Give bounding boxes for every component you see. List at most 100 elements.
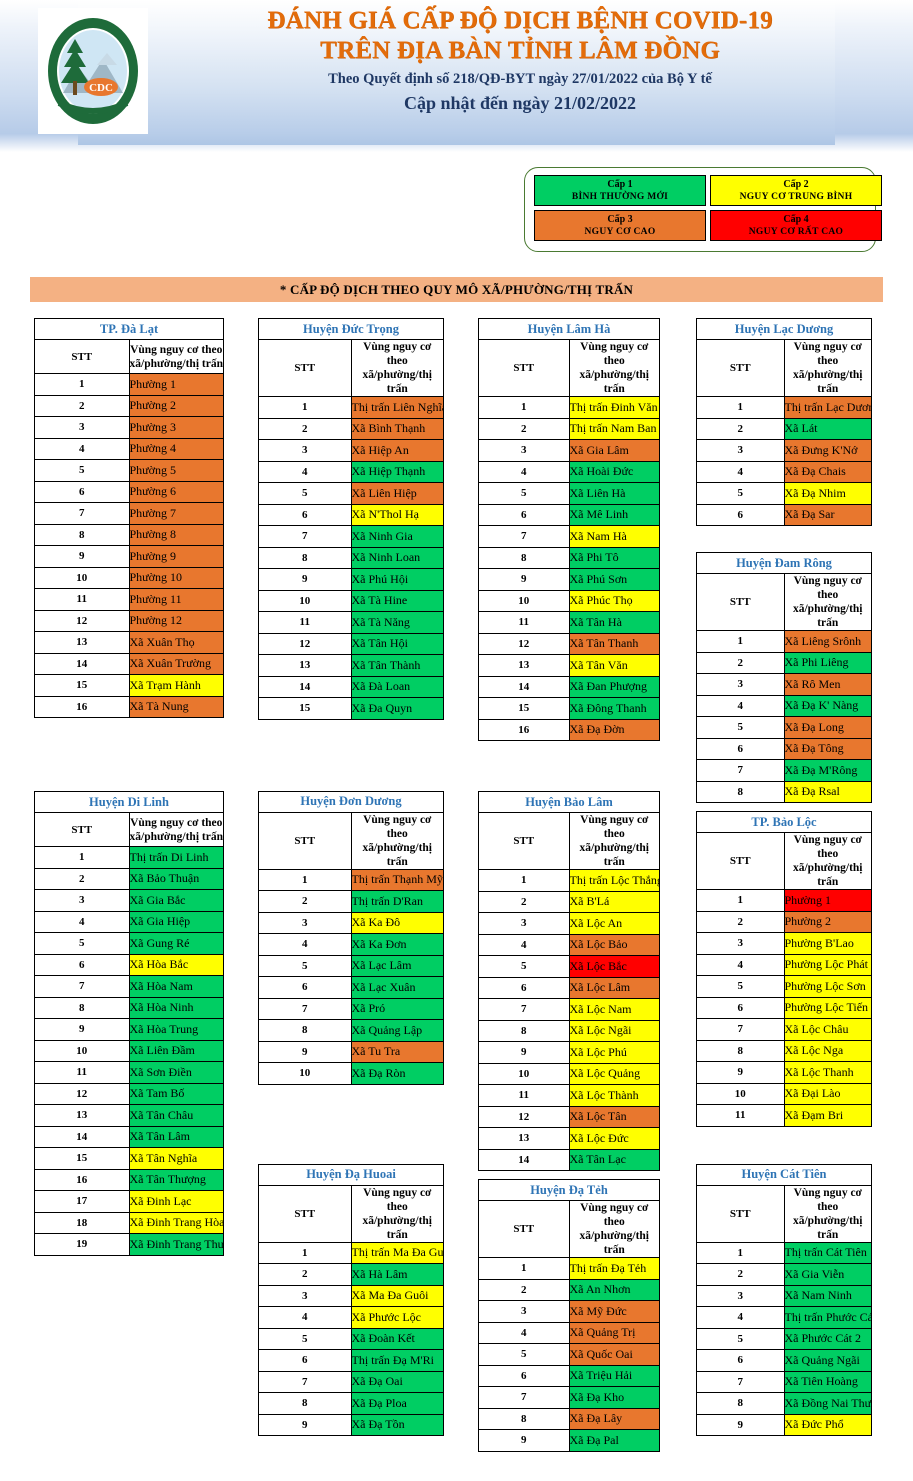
row-index: 2 bbox=[696, 910, 785, 933]
row-index: 3 bbox=[478, 439, 570, 462]
column-header-zone-line2: xã/phường/thị trấn bbox=[792, 862, 863, 888]
table-row: 15 Xã Đông Thanh bbox=[478, 697, 660, 720]
table-row: 5 Xã Gung Ré bbox=[34, 932, 224, 955]
ward-name-cell: Phường 6 bbox=[128, 480, 224, 503]
ward-name-cell: Xã Đạ Oai bbox=[350, 1370, 444, 1393]
row-index: 8 bbox=[478, 1019, 570, 1042]
row-index: 3 bbox=[478, 1300, 570, 1323]
table-row: 3 Xã Gia Lâm bbox=[478, 439, 660, 462]
table-spacer bbox=[258, 720, 444, 791]
ward-name-cell: Xã Tân Hội bbox=[350, 632, 444, 655]
row-index: 11 bbox=[478, 611, 570, 634]
row-index: 16 bbox=[34, 1168, 130, 1191]
ward-name-cell: Phường 7 bbox=[128, 502, 224, 525]
row-index: 14 bbox=[34, 652, 130, 675]
column-header-zone: Vùng nguy cơ theo xã/phường/thị trấn bbox=[128, 339, 224, 374]
row-index: 4 bbox=[696, 694, 785, 717]
table-row: 7 Xã Ninh Gia bbox=[258, 525, 444, 548]
row-index: 4 bbox=[34, 910, 130, 933]
table-row: 2 Phường 2 bbox=[34, 394, 224, 417]
row-index: 3 bbox=[696, 673, 785, 696]
table-row: 3 Xã Ka Đô bbox=[258, 911, 444, 934]
district-table-huyen-duc-trong: Huyện Đức Trọng STT Vùng nguy cơ theo xã/ph… bbox=[258, 318, 444, 720]
row-index: 1 bbox=[696, 396, 785, 419]
table-row: 3 Phường 3 bbox=[34, 416, 224, 439]
row-index: 5 bbox=[478, 482, 570, 505]
row-index: 1 bbox=[478, 396, 570, 419]
table-row: 6 Xã Đạ Tông bbox=[696, 737, 872, 760]
column-header-zone: Vùng nguy cơ theo xã/phường/thị trấn bbox=[350, 339, 444, 397]
ward-name-cell: Xã Gia Bắc bbox=[128, 889, 224, 912]
table-row: 9 Xã Tu Tra bbox=[258, 1040, 444, 1063]
row-index: 2 bbox=[478, 1278, 570, 1301]
ward-name-cell: Xã Tân Thanh bbox=[568, 632, 660, 655]
ward-name-cell: Xã Đạ Chais bbox=[783, 460, 872, 483]
row-index: 17 bbox=[34, 1190, 130, 1213]
row-index: 7 bbox=[34, 975, 130, 998]
ward-name-cell: Xã Đạ Kho bbox=[568, 1386, 660, 1409]
ward-name-cell: Xã Gung Ré bbox=[128, 932, 224, 955]
row-index: 12 bbox=[478, 632, 570, 655]
table-row: 3 Xã Ma Đa Guôi bbox=[258, 1284, 444, 1307]
ward-name-cell: Phường 11 bbox=[128, 588, 224, 611]
ward-name-cell: Phường Lộc Phát bbox=[783, 953, 872, 976]
row-index: 6 bbox=[258, 503, 352, 526]
row-index: 1 bbox=[478, 869, 570, 892]
column-header-zone-line2: xã/phường/thị trấn bbox=[129, 830, 223, 843]
ward-name-cell: Xã Tân Thượng bbox=[128, 1168, 224, 1191]
table-row: 5 Xã Đoàn Kết bbox=[258, 1327, 444, 1350]
ward-name-cell: Xã Tà Nung bbox=[128, 695, 224, 718]
section-banner-text: * CẤP ĐỘ DỊCH THEO QUY MÔ XÃ/PHƯỜNG/THỊ … bbox=[279, 281, 634, 297]
row-index: 8 bbox=[34, 996, 130, 1019]
row-index: 4 bbox=[696, 953, 785, 976]
row-index: 7 bbox=[34, 502, 130, 525]
table-row: 13 Xã Tân Châu bbox=[34, 1104, 224, 1127]
table-row: 1 Thị trấn Lộc Thắng bbox=[478, 869, 660, 892]
table-row: 1 Thị trấn Ma Đa Guôi bbox=[258, 1241, 444, 1264]
ward-name-cell: Xã Lộc Nga bbox=[783, 1039, 872, 1062]
column-header-zone-line1: Vùng nguy cơ theo bbox=[580, 814, 649, 840]
table-row: 2 Thị trấn D'Ran bbox=[258, 890, 444, 913]
column-header-zone: Vùng nguy cơ theo xã/phường/thị trấn bbox=[568, 339, 660, 397]
ward-name-cell: Xã Đồng Nai Thượng bbox=[783, 1392, 872, 1415]
table-row: 2 Thị trấn Nam Ban bbox=[478, 417, 660, 440]
page-updated-date: Cập nhật đến ngày 21/02/2022 bbox=[403, 93, 637, 113]
table-spacer bbox=[34, 718, 224, 791]
table-row: 17 Xã Đinh Lạc bbox=[34, 1190, 224, 1213]
legend-box: Cấp 1 BÌNH THƯỜNG MỚI Cấp 2 NGUY CƠ TRUNG B… bbox=[524, 167, 882, 252]
row-index: 1 bbox=[258, 868, 352, 891]
row-index: 10 bbox=[34, 566, 130, 589]
table-row: 7 Xã Đạ Kho bbox=[478, 1386, 660, 1409]
row-index: 18 bbox=[34, 1211, 130, 1234]
table-row: 13 Xã Tân Văn bbox=[478, 654, 660, 677]
table-row: 1 Thị trấn Lạc Dương bbox=[696, 396, 872, 419]
row-index: 4 bbox=[34, 437, 130, 460]
table-row: 10 Phường 10 bbox=[34, 566, 224, 589]
ward-name-cell: Xã Gia Viễn bbox=[783, 1263, 872, 1286]
table-row: 11 Xã Sơn Điền bbox=[34, 1061, 224, 1084]
ward-name-cell: Xã Lộc Quảng bbox=[568, 1062, 660, 1085]
ward-name-cell: Phường 10 bbox=[128, 566, 224, 589]
ward-name-cell: Xã Đạ Nhim bbox=[783, 482, 872, 505]
row-index: 2 bbox=[34, 394, 130, 417]
row-index: 1 bbox=[258, 396, 352, 419]
legend-item-3: Cấp 3 NGUY CƠ CAO bbox=[534, 210, 706, 241]
table-row: 8 Xã Đạ Lây bbox=[478, 1407, 660, 1430]
column-header-zone-line2: xã/phường/thị trấn bbox=[362, 841, 433, 868]
ward-name-cell: Xã Nam Ninh bbox=[783, 1284, 872, 1307]
table-row: 15 Xã Trạm Hành bbox=[34, 674, 224, 697]
row-index: 8 bbox=[258, 546, 352, 569]
table-row: 7 Phường 7 bbox=[34, 502, 224, 525]
column-header-stt: STT bbox=[478, 339, 570, 397]
legend-label: NGUY CƠ TRUNG BÌNH bbox=[739, 191, 853, 202]
table-row: 1 Thị trấn Thạnh Mỹ bbox=[258, 868, 444, 891]
table-row: 6 Phường Lộc Tiến bbox=[696, 996, 872, 1019]
table-row: 5 Xã Lộc Bắc bbox=[478, 955, 660, 978]
table-row: 5 Phường 5 bbox=[34, 459, 224, 482]
ward-name-cell: Xã Đạ Pal bbox=[568, 1429, 660, 1452]
table-row: 6 Thị trấn Đạ M'Ri bbox=[258, 1349, 444, 1372]
row-index: 6 bbox=[478, 976, 570, 999]
table-row: 2 Xã Lát bbox=[696, 417, 872, 440]
table-row: 2 Phường 2 bbox=[696, 910, 872, 933]
ward-name-cell: Xã Tân Thành bbox=[350, 654, 444, 677]
